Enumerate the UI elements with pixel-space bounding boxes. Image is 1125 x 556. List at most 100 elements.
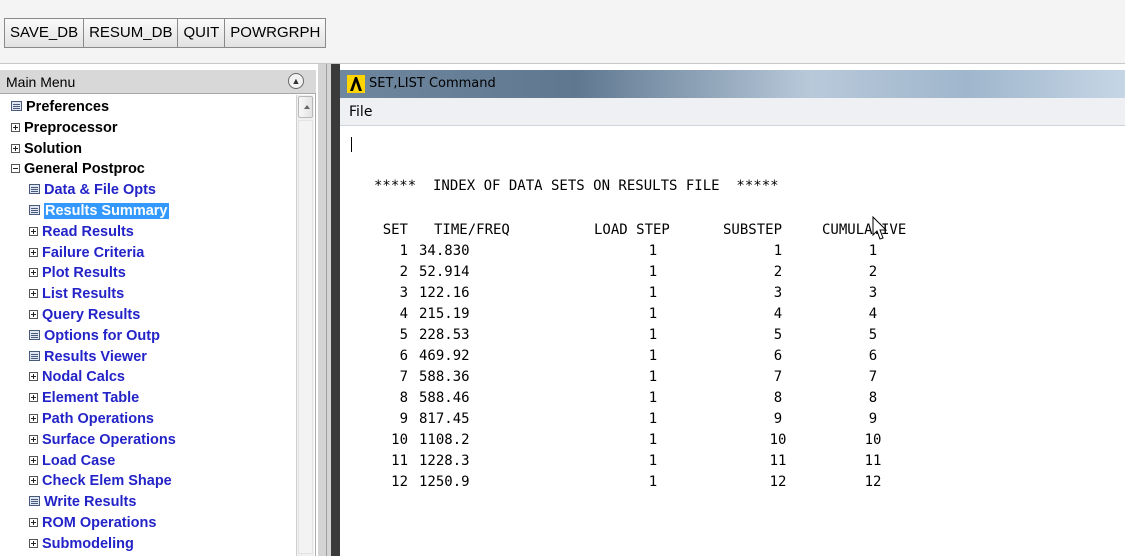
menu-item-label: Nodal Calcs: [42, 369, 125, 386]
expand-plus-icon[interactable]: [29, 393, 38, 403]
menu-item-options-for-outp[interactable]: Options for Outp: [0, 326, 294, 347]
menu-item-preferences[interactable]: Preferences: [0, 97, 294, 118]
cell-substep: 2: [773, 264, 783, 280]
quit-button[interactable]: QUIT: [178, 19, 226, 47]
menu-item-label: Results Summary: [44, 202, 169, 219]
table-row: 11 1228.3 1 11 11: [340, 453, 1125, 474]
cell-load-step: 1: [648, 264, 658, 280]
cell-cumulative: 5: [868, 327, 878, 343]
header-set: SET: [382, 222, 408, 238]
menu-item-submodeling[interactable]: Submodeling: [0, 534, 294, 555]
menu-item-query-results[interactable]: Query Results: [0, 305, 294, 326]
save-db-button[interactable]: SAVE_DB: [5, 19, 85, 47]
document-icon: [29, 350, 40, 361]
cell-cumulative: 3: [868, 285, 878, 301]
scroll-thumb[interactable]: [298, 120, 313, 554]
menu-file[interactable]: File: [349, 104, 372, 120]
expand-plus-icon[interactable]: [29, 289, 38, 299]
menu-item-path-operations[interactable]: Path Operations: [0, 409, 294, 430]
header-time-freq: TIME/FREQ: [434, 222, 510, 238]
resume-db-button[interactable]: RESUM_DB: [84, 19, 179, 47]
collapse-minus-icon[interactable]: [11, 164, 20, 174]
document-icon: [11, 101, 22, 111]
table-row: 4 215.19 1 4 4: [340, 306, 1125, 327]
menu-item-results-viewer[interactable]: Results Viewer: [0, 347, 294, 368]
cell-time-freq: 1228.3: [419, 453, 470, 469]
cell-substep: 5: [773, 327, 783, 343]
menu-item-label: Preprocessor: [24, 119, 118, 136]
document-icon: [29, 329, 40, 340]
menu-item-nodal-calcs[interactable]: Nodal Calcs: [0, 367, 294, 388]
powrgrph-button[interactable]: POWRGRPH: [225, 19, 326, 47]
menu-item-data-file-opts[interactable]: Data & File Opts: [0, 180, 294, 201]
toolbar-button-group: SAVE_DB RESUM_DB QUIT POWRGRPH: [4, 18, 327, 48]
expand-plus-icon[interactable]: [29, 476, 38, 486]
menu-item-solution[interactable]: Solution: [0, 139, 294, 160]
cell-time-freq: 215.19: [419, 306, 470, 322]
expand-plus-icon[interactable]: [29, 309, 38, 319]
expand-plus-icon[interactable]: [29, 372, 38, 382]
menu-item-rom-operations[interactable]: ROM Operations: [0, 513, 294, 534]
cell-substep: 10: [769, 432, 787, 448]
set-list-command-window: SET,LIST Command File ***** INDEX OF DAT…: [340, 70, 1125, 556]
cell-time-freq: 122.16: [419, 285, 470, 301]
expand-plus-icon[interactable]: [11, 122, 20, 132]
expand-plus-icon[interactable]: [29, 413, 38, 423]
double-chevron-up-icon[interactable]: ▲: [288, 73, 304, 89]
vertical-scrollbar[interactable]: [296, 95, 314, 556]
cell-load-step: 1: [648, 348, 658, 364]
menu-item-element-table[interactable]: Element Table: [0, 388, 294, 409]
menu-item-write-results[interactable]: Write Results: [0, 492, 294, 513]
cell-set: 4: [399, 306, 408, 322]
ansys-logo-icon: [347, 75, 365, 93]
document-icon: [29, 496, 40, 507]
menu-item-preprocessor[interactable]: Preprocessor: [0, 118, 294, 139]
menu-item-label: Check Elem Shape: [42, 473, 172, 490]
expand-plus-icon[interactable]: [29, 247, 38, 257]
table-row: 8 588.46 1 8 8: [340, 390, 1125, 411]
menu-item-plot-results[interactable]: Plot Results: [0, 263, 294, 284]
expand-plus-icon[interactable]: [29, 268, 38, 278]
expand-plus-icon[interactable]: [29, 455, 38, 465]
cell-set: 8: [399, 390, 408, 406]
menu-item-surface-operations[interactable]: Surface Operations: [0, 430, 294, 451]
expand-plus-icon[interactable]: [29, 226, 38, 236]
cell-load-step: 1: [648, 390, 658, 406]
cell-cumulative: 4: [868, 306, 878, 322]
cell-substep: 12: [769, 474, 787, 490]
cell-time-freq: 469.92: [419, 348, 470, 364]
cell-substep: 7: [773, 369, 783, 385]
menu-item-check-elem-shape[interactable]: Check Elem Shape: [0, 471, 294, 492]
table-row: 3 122.16 1 3 3: [340, 285, 1125, 306]
cell-time-freq: 1108.2: [419, 432, 470, 448]
header-cumulative: CUMULATIVE: [822, 222, 907, 238]
cell-time-freq: 588.46: [419, 390, 470, 406]
cell-substep: 4: [773, 306, 783, 322]
menu-item-label: Read Results: [42, 223, 134, 240]
expand-plus-icon[interactable]: [29, 434, 38, 444]
menu-item-load-case[interactable]: Load Case: [0, 451, 294, 472]
table-row: 7 588.36 1 7 7: [340, 369, 1125, 390]
scroll-up-button[interactable]: [298, 96, 313, 118]
menu-item-read-results[interactable]: Read Results: [0, 222, 294, 243]
text-caret: [351, 137, 352, 152]
menu-item-failure-criteria[interactable]: Failure Criteria: [0, 243, 294, 264]
window-titlebar[interactable]: SET,LIST Command: [340, 70, 1125, 98]
expand-plus-icon[interactable]: [29, 517, 38, 527]
menu-item-list-results[interactable]: List Results: [0, 284, 294, 305]
toolbar: SAVE_DB RESUM_DB QUIT POWRGRPH: [0, 0, 1125, 64]
panel-separator[interactable]: [318, 64, 340, 556]
cell-time-freq: 1250.9: [419, 474, 470, 490]
expand-plus-icon[interactable]: [29, 538, 38, 548]
menu-item-results-summary[interactable]: Results Summary: [0, 201, 294, 222]
menu-item-general-postproc[interactable]: General Postproc: [0, 159, 294, 180]
cell-load-step: 1: [648, 453, 658, 469]
table-row: 10 1108.2 1 10 10: [340, 432, 1125, 453]
cell-set: 12: [391, 474, 408, 490]
listing-text-area[interactable]: ***** INDEX OF DATA SETS ON RESULTS FILE…: [340, 126, 1125, 556]
cell-set: 1: [399, 243, 408, 259]
cell-load-step: 1: [648, 369, 658, 385]
expand-plus-icon[interactable]: [11, 143, 20, 153]
table-row: 9 817.45 1 9 9: [340, 411, 1125, 432]
cell-set: 3: [399, 285, 408, 301]
